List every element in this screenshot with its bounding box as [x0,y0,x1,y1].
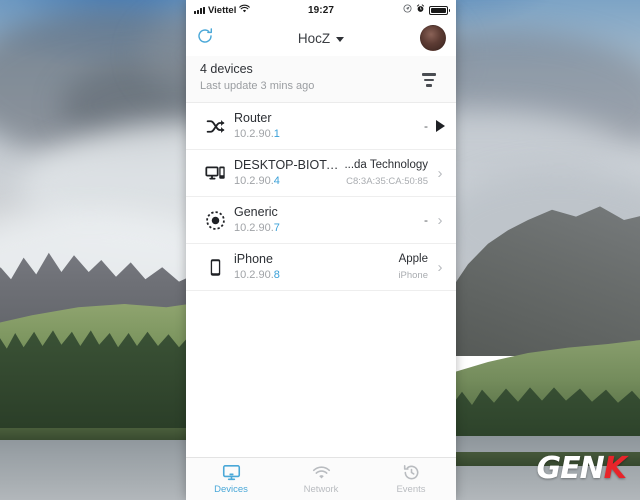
tab-label-network: Network [303,483,339,495]
location-arrow-icon [403,4,412,16]
device-name: iPhone [234,252,273,266]
device-list: Router 10.2.90.1 - DESKTOP-BIOTAS6 10.2.… [186,103,456,457]
nav-bar-right [321,25,446,51]
play-triangle-icon[interactable] [434,120,446,132]
device-identity: DESKTOP-BIOTAS6 10.2.90.4 [232,158,344,188]
status-bar: Viettel 19:27 [186,0,456,20]
table-row[interactable]: DESKTOP-BIOTAS6 10.2.90.4 ...da Technolo… [186,150,456,197]
device-ip: 10.2.90.8 [234,269,280,281]
network-name-label: HocZ [297,30,331,46]
device-vendor-block: Apple iPhone [398,252,434,282]
wifi-icon [239,4,251,16]
watermark-gen: GEN [536,451,605,486]
last-update-label: Last update 3 mins ago [200,80,315,92]
filter-icon[interactable] [416,67,442,93]
device-vendor-block: ...da Technology C8:3A:35:CA:50:85 [344,158,434,188]
tab-label-devices: Devices [214,483,248,495]
bottom-tab-bar: Devices Network Events [186,457,456,500]
device-summary-text: 4 devices Last update 3 mins ago [200,61,416,93]
device-vendor-block: - [424,213,434,228]
clock-history-icon [402,464,421,482]
tab-devices[interactable]: Devices [186,458,276,500]
status-bar-right [334,4,451,16]
app-nav-bar: HocZ [186,20,456,56]
wifi-icon [312,464,331,482]
screenshot-stage: GENK Viettel 19:27 HocZ 4 devices Last u… [0,0,640,500]
tab-network[interactable]: Network [276,458,366,500]
alarm-clock-icon [416,4,425,16]
device-summary-header: 4 devices Last update 3 mins ago [186,56,456,103]
shoreline-left [0,428,200,440]
genk-watermark: GENK [536,451,627,486]
table-row[interactable]: Generic 10.2.90.7 - › [186,197,456,244]
device-name: Generic [234,205,278,219]
tab-label-events: Events [396,483,426,495]
table-row[interactable]: Router 10.2.90.1 - [186,103,456,150]
device-identity: Router 10.2.90.1 [232,111,424,141]
avatar[interactable] [420,25,446,51]
device-ip: 10.2.90.7 [234,222,280,234]
cellular-signal-icon [194,6,205,14]
chevron-right-icon[interactable]: › [434,260,446,275]
device-vendor: ...da Technology [344,159,428,171]
device-model: iPhone [398,270,428,281]
battery-full-icon [429,5,451,15]
generic-device-icon [198,210,232,231]
carrier-name: Viettel [208,4,237,16]
device-ip: 10.2.90.1 [234,128,280,140]
device-identity: iPhone 10.2.90.8 [232,252,398,282]
smartphone-icon [198,257,232,278]
device-vendor-block: - [424,119,434,134]
device-ip: 10.2.90.4 [234,175,280,187]
refresh-icon[interactable] [196,27,214,50]
table-row[interactable]: iPhone 10.2.90.8 Apple iPhone › [186,244,456,291]
chevron-right-icon[interactable]: › [434,213,446,228]
device-vendor: - [424,118,428,133]
status-bar-clock: 19:27 [307,4,335,16]
shuffle-router-icon [198,116,232,137]
chevron-right-icon[interactable]: › [434,166,446,181]
device-vendor: - [424,212,428,227]
monitor-icon [222,464,241,482]
status-bar-left: Viettel [194,4,308,16]
device-name: Router [234,111,272,125]
device-vendor: Apple [398,253,428,265]
device-name: DESKTOP-BIOTAS6 [234,158,345,172]
watermark-k: K [603,451,627,486]
desktop-computer-icon [198,163,232,184]
device-identity: Generic 10.2.90.7 [232,205,424,235]
phone-screen: Viettel 19:27 HocZ 4 devices Last update… [186,0,456,500]
device-mac-address: C8:3A:35:CA:50:85 [346,176,428,187]
tab-events[interactable]: Events [366,458,456,500]
device-count-label: 4 devices [200,62,253,76]
